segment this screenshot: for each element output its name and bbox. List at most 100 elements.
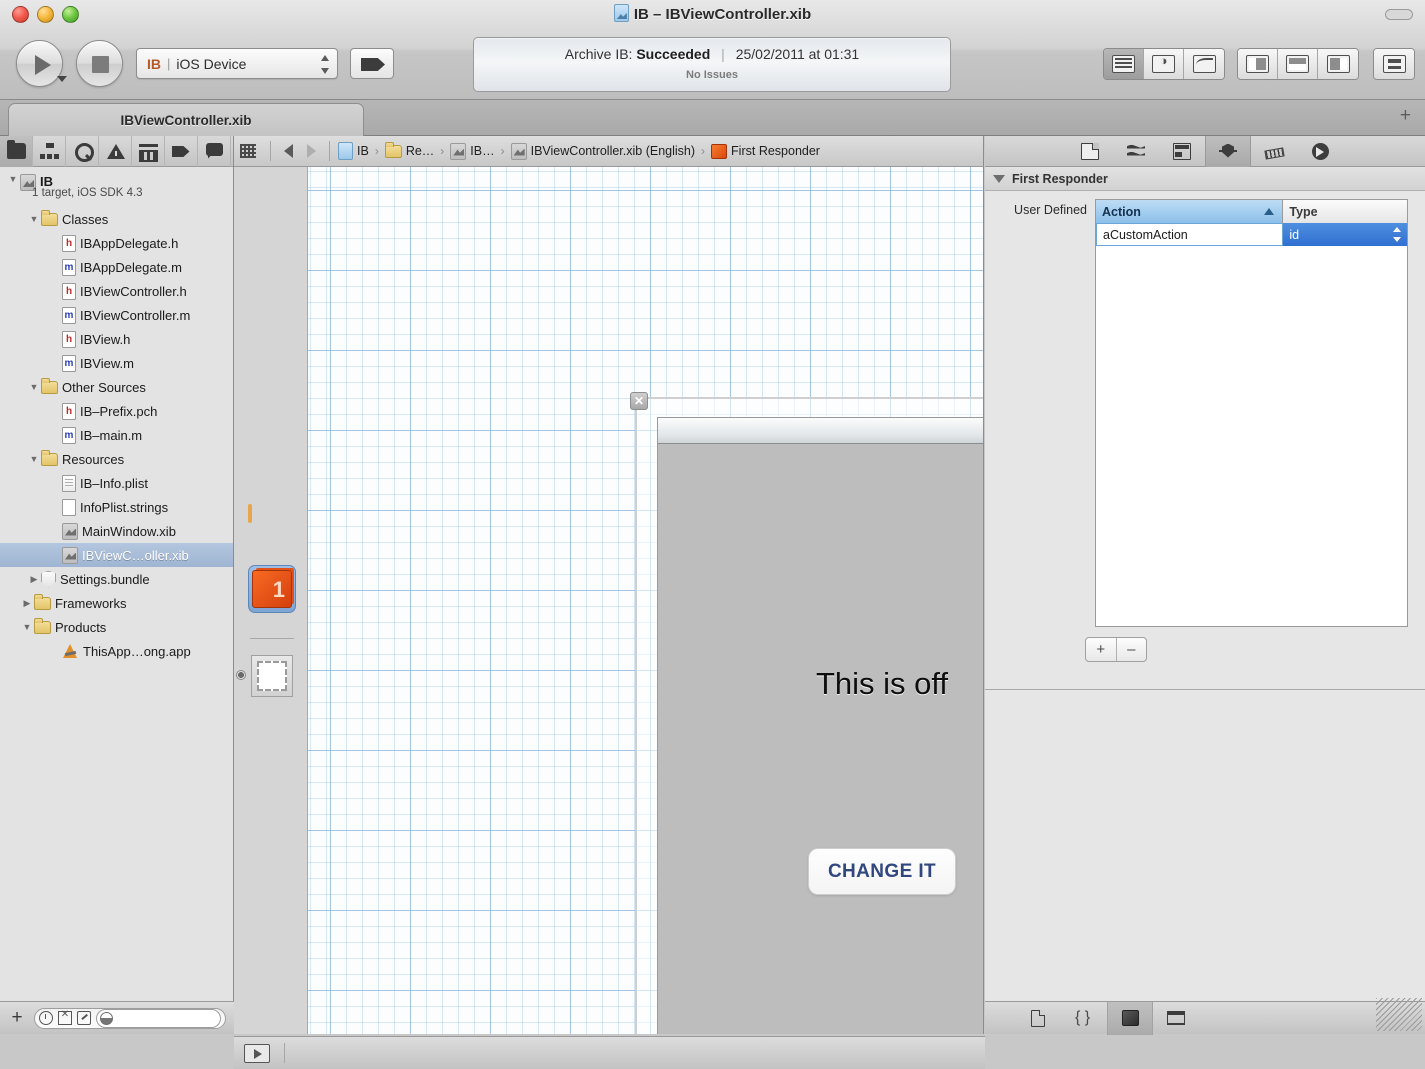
toggle-navigator-button[interactable] (1238, 49, 1278, 79)
dock-item-first-responder[interactable]: 1 (248, 565, 296, 613)
breadcrumb-item-4[interactable]: IBViewController.xib (English) (509, 142, 697, 160)
unsaved-files-filter-icon[interactable] (58, 1009, 72, 1025)
disclosure-triangle-icon[interactable]: ▼ (20, 622, 34, 632)
tree-item-ibviewc-oller-xib[interactable]: IBViewC…oller.xib (0, 543, 233, 567)
user-defined-table[interactable]: Action Type aCustomAction id (1095, 199, 1408, 627)
file-template-library-tab[interactable] (1015, 1002, 1061, 1035)
attributes-inspector-tab[interactable] (1205, 135, 1251, 167)
chevron-down-icon[interactable] (993, 174, 1005, 183)
add-file-button[interactable]: + (8, 1008, 26, 1027)
table-row[interactable]: aCustomAction id (1096, 223, 1407, 246)
run-menu-caret-icon[interactable] (57, 76, 67, 82)
tree-item-ibappdelegate-h[interactable]: h IBAppDelegate.h (0, 231, 233, 255)
disclosure-triangle-icon[interactable]: ▼ (27, 214, 41, 224)
tree-item-thisapp-ong-app[interactable]: ThisApp…ong.app (0, 639, 233, 663)
disclosure-triangle-icon[interactable]: ▼ (27, 382, 41, 392)
recent-files-filter-icon[interactable] (39, 1011, 53, 1025)
breadcrumb-item-2[interactable]: Re… (383, 141, 436, 158)
run-button[interactable] (16, 40, 63, 87)
log-navigator-tab[interactable] (198, 135, 231, 167)
size-inspector-tab[interactable] (1251, 136, 1297, 167)
code-snippet-library-tab[interactable]: { } (1061, 1002, 1107, 1035)
organizer-button-group[interactable] (1373, 48, 1415, 80)
tree-item-ib-prefix-pch[interactable]: h IB–Prefix.pch (0, 399, 233, 423)
standard-editor-button[interactable] (1104, 49, 1144, 79)
identity-inspector-tab[interactable] (1159, 136, 1205, 167)
tree-item-ib-main-m[interactable]: m IB–main.m (0, 423, 233, 447)
organizer-button[interactable] (1374, 49, 1414, 79)
breakpoint-navigator-tab[interactable] (165, 135, 198, 167)
toolbar-toggle-pill[interactable] (1385, 9, 1413, 20)
tree-item-classes[interactable]: ▼ Classes (0, 207, 233, 231)
tree-item-resources[interactable]: ▼ Resources (0, 447, 233, 471)
utilities-splitter[interactable] (985, 689, 1425, 690)
tree-item-ibappdelegate-m[interactable]: m IBAppDelegate.m (0, 255, 233, 279)
column-header-type[interactable]: Type (1283, 200, 1407, 223)
type-cell-popup[interactable]: id (1283, 223, 1407, 246)
add-user-defined-button[interactable]: + (1086, 638, 1117, 661)
view-toggle-segmented-control[interactable] (1237, 48, 1359, 80)
dock-scroll-indicator[interactable] (236, 670, 246, 680)
source-control-filter-icon[interactable] (77, 1011, 91, 1025)
tree-item-infoplist-strings[interactable]: InfoPlist.strings (0, 495, 233, 519)
tree-item-products[interactable]: ▼ Products (0, 615, 233, 639)
breadcrumb-item-5[interactable]: First Responder (709, 143, 822, 159)
file-inspector-tab[interactable] (1067, 136, 1113, 167)
interface-builder-canvas[interactable]: ✕ This is off CHANGE IT (308, 167, 983, 1034)
version-editor-button[interactable] (1184, 49, 1224, 79)
tree-item-frameworks[interactable]: ▶ Frameworks (0, 591, 233, 615)
iphone-view[interactable]: This is off CHANGE IT (657, 417, 983, 1034)
toggle-debug-area-button[interactable] (1278, 49, 1318, 79)
tree-item-settings-bundle[interactable]: ▶ Settings.bundle (0, 567, 233, 591)
symbol-navigator-tab[interactable] (33, 135, 66, 167)
tree-item-ibviewcontroller-m[interactable]: m IBViewController.m (0, 303, 233, 327)
dock-item-view[interactable] (248, 652, 296, 700)
disclosure-triangle-icon[interactable]: ▶ (27, 574, 41, 585)
breadcrumb-item-3[interactable]: IB… (448, 142, 496, 160)
scheme-popup-button[interactable]: IB | iOS Device (136, 48, 338, 79)
stop-button[interactable] (76, 40, 123, 87)
disclosure-triangle-icon[interactable]: ▶ (20, 598, 34, 609)
disclosure-triangle-icon[interactable]: ▼ (27, 454, 41, 464)
navigator-search-input[interactable] (96, 1008, 221, 1028)
toggle-utilities-button[interactable] (1318, 49, 1358, 79)
inspector-section-header[interactable]: First Responder (985, 167, 1425, 191)
type-popup-stepper-icon[interactable] (1393, 227, 1401, 242)
breadcrumb-item-1[interactable]: IB (336, 142, 371, 160)
add-remove-segmented-control[interactable]: + – (1085, 637, 1147, 662)
quick-help-inspector-tab[interactable] (1113, 136, 1159, 167)
tree-item-ib[interactable]: ▼ IB 1 target, iOS SDK 4.3 (0, 173, 233, 207)
tree-item-mainwindow-xib[interactable]: MainWindow.xib (0, 519, 233, 543)
tree-item-ibview-h[interactable]: h IBView.h (0, 327, 233, 351)
add-tab-button[interactable]: + (1400, 106, 1411, 125)
breadcrumb[interactable]: IB › Re… › IB… › IBViewController.xib (English… (336, 141, 822, 160)
preview-play-icon[interactable] (244, 1043, 270, 1063)
breakpoints-button[interactable] (350, 48, 394, 79)
close-icon[interactable]: ✕ (630, 392, 648, 410)
dock-item-files-owner[interactable] (248, 504, 296, 554)
column-header-action[interactable]: Action (1096, 200, 1284, 223)
remove-user-defined-button[interactable]: – (1117, 638, 1147, 661)
view-body[interactable]: This is off CHANGE IT (658, 444, 983, 1034)
change-it-button[interactable]: CHANGE IT (808, 848, 956, 895)
tree-item-ib-info-plist[interactable]: IB–Info.plist (0, 471, 233, 495)
media-library-tab[interactable] (1153, 1002, 1199, 1035)
tree-item-ibview-m[interactable]: m IBView.m (0, 351, 233, 375)
tree-item-other-sources[interactable]: ▼ Other Sources (0, 375, 233, 399)
project-tree[interactable]: ▼ IB 1 target, iOS SDK 4.3 ▼ Classes h IBAppDe… (0, 167, 233, 1002)
editor-tab[interactable]: IBViewController.xib (8, 103, 364, 136)
project-navigator-tab[interactable] (0, 135, 33, 167)
related-items-icon[interactable] (240, 144, 256, 158)
go-back-icon[interactable] (284, 144, 293, 158)
window-resize-grip[interactable] (1376, 998, 1422, 1031)
disclosure-triangle-icon[interactable]: ▼ (6, 174, 20, 184)
issue-navigator-tab[interactable] (99, 135, 132, 167)
object-library-tab[interactable] (1107, 1001, 1153, 1035)
search-navigator-tab[interactable] (66, 135, 99, 167)
go-forward-icon[interactable] (307, 144, 316, 158)
assistant-editor-button[interactable] (1144, 49, 1184, 79)
view-selection-frame[interactable]: ✕ This is off CHANGE IT (630, 392, 983, 1034)
action-cell-input[interactable]: aCustomAction (1096, 223, 1284, 246)
scheme-stepper-icon[interactable] (320, 55, 329, 74)
editor-mode-segmented-control[interactable] (1103, 48, 1225, 80)
